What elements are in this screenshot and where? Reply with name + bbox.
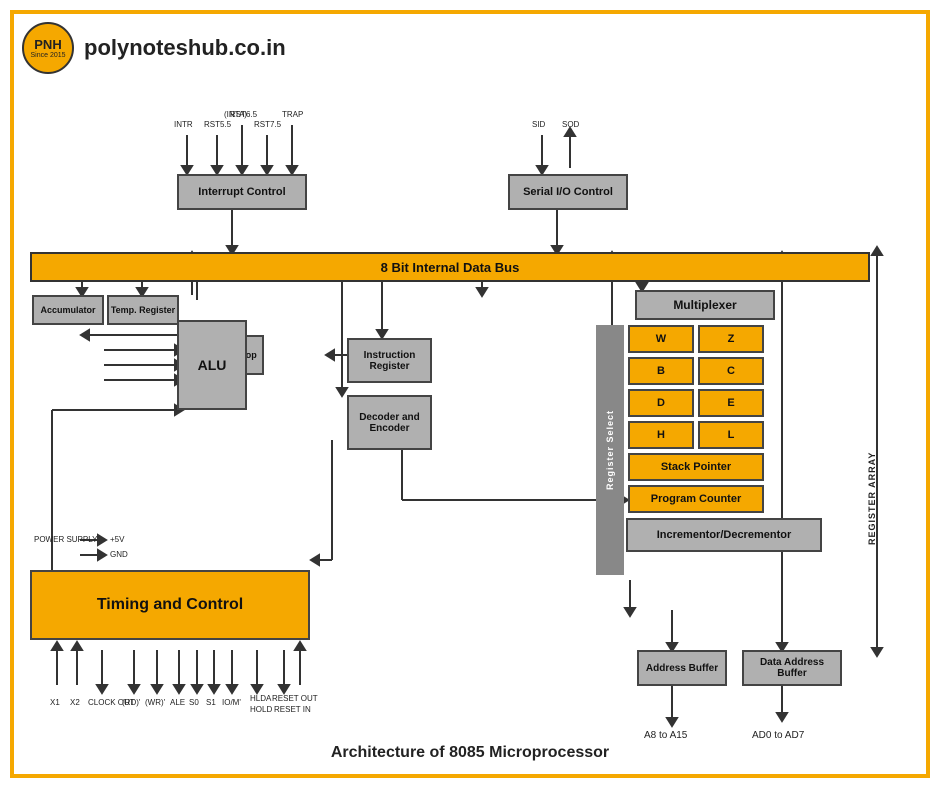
diagram: INTR (INTA) RST5.5 RST6.5 RST7.5 TRAP SI… bbox=[22, 80, 922, 740]
reg-e-box: E bbox=[698, 389, 764, 417]
site-name: polynoteshub.co.in bbox=[84, 35, 286, 61]
hlda-label: HLDA bbox=[250, 694, 271, 703]
reg-b-box: B bbox=[628, 357, 694, 385]
logo: PNH Since 2015 bbox=[22, 22, 74, 74]
gnd-label: GND bbox=[110, 550, 128, 559]
ale-label: ALE bbox=[170, 698, 185, 707]
logo-since: Since 2015 bbox=[30, 52, 65, 59]
outer-border: PNH Since 2015 polynoteshub.co.in bbox=[10, 10, 930, 778]
sid-label: SID bbox=[532, 120, 545, 129]
ad0-ad7-label: AD0 to AD7 bbox=[752, 730, 804, 741]
reg-l-box: L bbox=[698, 421, 764, 449]
alu-box: ALU bbox=[177, 320, 247, 410]
register-select-label: Register Select bbox=[603, 406, 617, 494]
reset-in-label: RESET IN bbox=[274, 705, 311, 714]
interrupt-control-box: Interrupt Control bbox=[177, 174, 307, 210]
a8-a15-label: A8 to A15 bbox=[644, 730, 687, 741]
header: PNH Since 2015 polynoteshub.co.in bbox=[22, 22, 918, 74]
reg-h-box: H bbox=[628, 421, 694, 449]
bottom-title: Architecture of 8085 Microprocessor bbox=[22, 744, 918, 762]
power-supply-label: POWER SUPPLY bbox=[34, 535, 97, 544]
trap-label: TRAP bbox=[282, 110, 303, 119]
data-address-buffer-box: Data Address Buffer bbox=[742, 650, 842, 686]
rst65-label: RST6.5 bbox=[230, 110, 257, 119]
register-array-label: REGISTER ARRAY bbox=[867, 325, 877, 545]
rst75-label: RST7.5 bbox=[254, 120, 281, 129]
accumulator-box: Accumulator bbox=[32, 295, 104, 325]
iom-label: IO/M' bbox=[222, 698, 241, 707]
hold-label: HOLD bbox=[250, 705, 272, 714]
instruction-register-box: Instruction Register bbox=[347, 338, 432, 383]
decoder-encoder-box: Decoder and Encoder bbox=[347, 395, 432, 450]
x2-label: X2 bbox=[70, 698, 80, 707]
reg-w-box: W bbox=[628, 325, 694, 353]
multiplexer-box: Multiplexer bbox=[635, 290, 775, 320]
incrementor-box: Incrementor/Decrementor bbox=[626, 518, 822, 552]
reg-d-box: D bbox=[628, 389, 694, 417]
temp-register-box: Temp. Register bbox=[107, 295, 179, 325]
program-counter-box: Program Counter bbox=[628, 485, 764, 513]
stack-pointer-box: Stack Pointer bbox=[628, 453, 764, 481]
logo-pnh: PNH bbox=[34, 37, 61, 52]
data-bus: 8 Bit Internal Data Bus bbox=[30, 252, 870, 282]
reset-out-label: RESET OUT bbox=[272, 694, 318, 703]
serial-io-box: Serial I/O Control bbox=[508, 174, 628, 210]
register-select-bar: Register Select bbox=[596, 325, 624, 575]
sod-label: SOD bbox=[562, 120, 579, 129]
timing-control-box: Timing and Control bbox=[30, 570, 310, 640]
wr-label: (WR)' bbox=[145, 698, 165, 707]
rd-label: (RD)' bbox=[122, 698, 140, 707]
s0-label: S0 bbox=[189, 698, 199, 707]
s1-label: S1 bbox=[206, 698, 216, 707]
reg-c-box: C bbox=[698, 357, 764, 385]
x1-label: X1 bbox=[50, 698, 60, 707]
rst55-label: RST5.5 bbox=[204, 120, 231, 129]
address-buffer-box: Address Buffer bbox=[637, 650, 727, 686]
reg-z-box: Z bbox=[698, 325, 764, 353]
plus5v-label: +5V bbox=[110, 535, 124, 544]
intr-label: INTR bbox=[174, 120, 193, 129]
svg-arrows bbox=[22, 80, 922, 740]
